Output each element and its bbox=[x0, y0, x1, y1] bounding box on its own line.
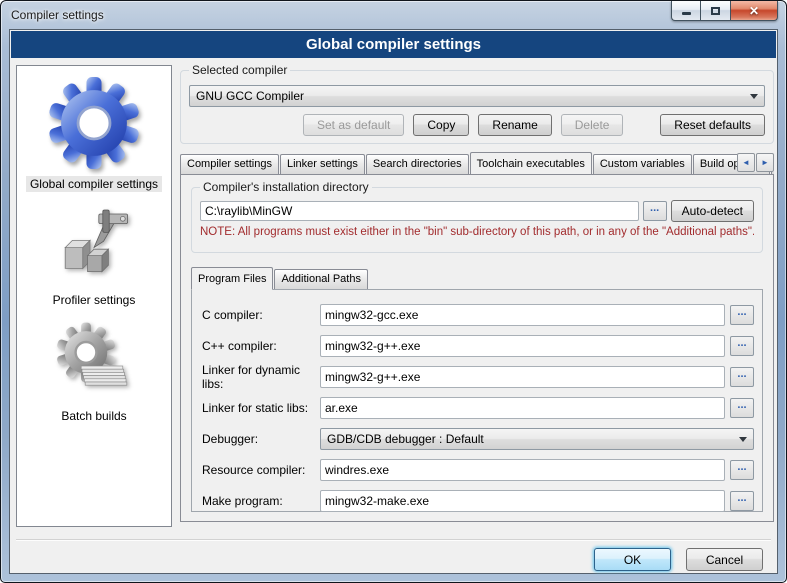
compiler-actions: Set as default Copy Rename Delete Reset … bbox=[189, 114, 765, 136]
chevron-down-icon bbox=[739, 437, 747, 442]
installation-directory-label: Compiler's installation directory bbox=[200, 180, 372, 194]
tab-scroll-controls: ◄ ► bbox=[737, 153, 774, 172]
debugger-select[interactable]: GDB/CDB debugger : Default bbox=[320, 428, 754, 450]
arrow-left-icon: ◄ bbox=[742, 158, 750, 167]
blue-gear-icon bbox=[47, 76, 141, 170]
tab-compiler-settings[interactable]: Compiler settings bbox=[180, 154, 279, 174]
program-files-tabbar: Program Files Additional Paths bbox=[191, 267, 763, 289]
tab-additional-paths[interactable]: Additional Paths bbox=[274, 269, 368, 289]
browse-cpp-compiler-button[interactable]: ... bbox=[730, 336, 754, 356]
sidebar-item-profiler-settings[interactable]: Profiler settings bbox=[17, 206, 171, 308]
close-icon: ✕ bbox=[749, 5, 759, 17]
reset-defaults-button[interactable]: Reset defaults bbox=[660, 114, 765, 136]
cancel-button[interactable]: Cancel bbox=[686, 548, 763, 571]
field-label: C++ compiler: bbox=[202, 339, 320, 353]
field-label: Resource compiler: bbox=[202, 463, 320, 477]
browse-dynamic-linker-button[interactable]: ... bbox=[730, 367, 754, 387]
sidebar-item-label: Profiler settings bbox=[49, 292, 140, 308]
footer-separator bbox=[16, 539, 771, 541]
compiler-select-value: GNU GCC Compiler bbox=[196, 89, 744, 103]
minimize-icon bbox=[682, 12, 691, 15]
caliper-icon bbox=[54, 206, 134, 286]
sidebar: Global compiler settings bbox=[16, 65, 172, 527]
debugger-row: Debugger: GDB/CDB debugger : Default bbox=[202, 428, 754, 450]
main-content: Selected compiler GNU GCC Compiler Set a… bbox=[180, 65, 774, 527]
cpp-compiler-input[interactable] bbox=[320, 335, 725, 357]
compiler-select[interactable]: GNU GCC Compiler bbox=[189, 85, 765, 107]
field-label: Linker for dynamic libs: bbox=[202, 363, 320, 391]
sidebar-item-batch-builds[interactable]: Batch builds bbox=[17, 322, 171, 424]
sidebar-item-label: Global compiler settings bbox=[26, 176, 162, 192]
sidebar-item-global-compiler-settings[interactable]: Global compiler settings bbox=[17, 76, 171, 192]
browse-make-program-button[interactable]: ... bbox=[730, 491, 754, 511]
browse-static-linker-button[interactable]: ... bbox=[730, 398, 754, 418]
dynamic-linker-input[interactable] bbox=[320, 366, 725, 388]
resource-compiler-input[interactable] bbox=[320, 459, 725, 481]
program-files-panel: C compiler: ... C++ compiler: ... Linker… bbox=[191, 289, 763, 512]
field-label: Debugger: bbox=[202, 432, 320, 446]
arrow-right-icon: ► bbox=[761, 158, 769, 167]
tab-scroll-left-button[interactable]: ◄ bbox=[737, 153, 755, 172]
set-as-default-button[interactable]: Set as default bbox=[303, 114, 404, 136]
page-title: Global compiler settings bbox=[11, 31, 776, 58]
chevron-down-icon bbox=[750, 94, 758, 99]
selected-compiler-group: Selected compiler GNU GCC Compiler Set a… bbox=[180, 70, 774, 144]
debugger-select-value: GDB/CDB debugger : Default bbox=[327, 432, 733, 446]
minimize-button[interactable] bbox=[671, 1, 700, 21]
tab-scroll-right-button[interactable]: ► bbox=[756, 153, 774, 172]
close-button[interactable]: ✕ bbox=[731, 1, 778, 21]
auto-detect-button[interactable]: Auto-detect bbox=[671, 200, 754, 222]
title-bar[interactable]: Compiler settings ✕ bbox=[1, 1, 786, 29]
c-compiler-row: C compiler: ... bbox=[202, 304, 754, 326]
tab-program-files[interactable]: Program Files bbox=[191, 267, 273, 290]
copy-button[interactable]: Copy bbox=[413, 114, 469, 136]
static-linker-input[interactable] bbox=[320, 397, 725, 419]
delete-button[interactable]: Delete bbox=[561, 114, 624, 136]
browse-c-compiler-button[interactable]: ... bbox=[730, 305, 754, 325]
field-label: Linker for static libs: bbox=[202, 401, 320, 415]
tab-custom-variables[interactable]: Custom variables bbox=[593, 154, 692, 174]
static-linker-row: Linker for static libs: ... bbox=[202, 397, 754, 419]
tab-search-directories[interactable]: Search directories bbox=[366, 154, 469, 174]
maximize-button[interactable] bbox=[700, 1, 731, 21]
field-label: Make program: bbox=[202, 494, 320, 508]
resource-compiler-row: Resource compiler: ... bbox=[202, 459, 754, 481]
sidebar-item-label: Batch builds bbox=[57, 408, 130, 424]
cpp-compiler-row: C++ compiler: ... bbox=[202, 335, 754, 357]
make-program-input[interactable] bbox=[320, 490, 725, 512]
dialog-client-area: Global compiler settings bbox=[9, 29, 778, 574]
gray-gear-stack-icon bbox=[54, 322, 134, 402]
tab-linker-settings[interactable]: Linker settings bbox=[280, 154, 365, 174]
compiler-settings-window: Compiler settings ✕ Global compiler sett… bbox=[0, 0, 787, 583]
make-program-row: Make program: ... bbox=[202, 490, 754, 512]
settings-tabbar: Compiler settings Linker settings Search… bbox=[180, 151, 774, 174]
selected-compiler-group-label: Selected compiler bbox=[189, 63, 290, 77]
window-controls: ✕ bbox=[671, 1, 778, 21]
maximize-icon bbox=[711, 7, 720, 15]
dynamic-linker-row: Linker for dynamic libs: ... bbox=[202, 366, 754, 388]
tab-toolchain-executables[interactable]: Toolchain executables bbox=[470, 152, 592, 174]
bin-subdirectory-note: NOTE: All programs must exist either in … bbox=[200, 226, 754, 238]
field-label: C compiler: bbox=[202, 308, 320, 322]
browse-install-dir-button[interactable]: ... bbox=[643, 201, 667, 221]
installation-directory-group: Compiler's installation directory ... Au… bbox=[191, 187, 763, 253]
footer-buttons: OK Cancel bbox=[594, 548, 763, 571]
toolchain-executables-panel: Compiler's installation directory ... Au… bbox=[180, 174, 774, 522]
rename-button[interactable]: Rename bbox=[478, 114, 551, 136]
installation-path-input[interactable] bbox=[200, 201, 639, 221]
browse-resource-compiler-button[interactable]: ... bbox=[730, 460, 754, 480]
ok-button[interactable]: OK bbox=[594, 548, 671, 571]
window-title: Compiler settings bbox=[11, 8, 104, 22]
c-compiler-input[interactable] bbox=[320, 304, 725, 326]
